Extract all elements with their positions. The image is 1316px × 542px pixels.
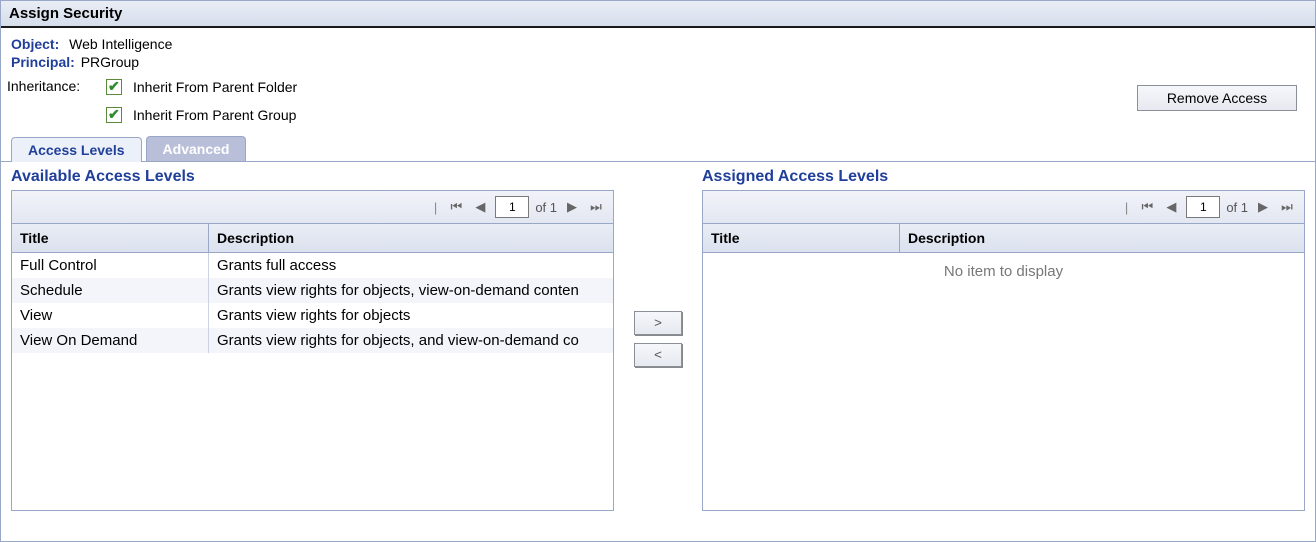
first-page-icon[interactable]: ⏮	[1138, 198, 1156, 216]
available-col-title[interactable]: Title	[12, 224, 209, 252]
row-desc: Grants view rights for objects	[209, 303, 613, 328]
available-title: Available Access Levels	[11, 168, 614, 186]
access-levels-panel: Available Access Levels | ⏮ ◀ of 1 ▶ ⏭ T…	[1, 161, 1315, 521]
inheritance-label: Inheritance:	[7, 76, 102, 94]
table-row[interactable]: ViewGrants view rights for objects	[12, 303, 613, 328]
last-page-icon[interactable]: ⏭	[587, 198, 605, 216]
page-input[interactable]	[495, 196, 529, 218]
pager-separator: |	[1125, 200, 1128, 215]
inherit-group-checkbox[interactable]	[106, 107, 122, 123]
assigned-col-desc[interactable]: Description	[900, 224, 1304, 252]
prev-page-icon[interactable]: ◀	[471, 198, 489, 216]
remove-button[interactable]: <	[634, 343, 682, 367]
inheritance-block: Inheritance: Inherit From Parent Folder …	[1, 74, 1315, 132]
available-grid-header: Title Description	[12, 224, 613, 253]
assigned-listbox: | ⏮ ◀ of 1 ▶ ⏭ Title Description No item…	[702, 190, 1305, 511]
first-page-icon[interactable]: ⏮	[447, 198, 465, 216]
assigned-empty-text: No item to display	[703, 253, 1304, 290]
remove-access-button[interactable]: Remove Access	[1137, 85, 1297, 111]
available-col-desc[interactable]: Description	[209, 224, 613, 252]
assigned-col-title[interactable]: Title	[703, 224, 900, 252]
tab-access-levels[interactable]: Access Levels	[11, 137, 142, 162]
assigned-column: Assigned Access Levels | ⏮ ◀ of 1 ▶ ⏭ Ti…	[702, 166, 1305, 511]
row-title: View On Demand	[12, 328, 209, 353]
next-page-icon[interactable]: ▶	[1254, 198, 1272, 216]
meta-block: Object: Web Intelligence Principal: PRGr…	[1, 28, 1315, 74]
inherit-folder-row[interactable]: Inherit From Parent Folder	[102, 76, 297, 98]
last-page-icon[interactable]: ⏭	[1278, 198, 1296, 216]
available-column: Available Access Levels | ⏮ ◀ of 1 ▶ ⏭ T…	[11, 166, 614, 511]
page-of-text: of 1	[1226, 200, 1248, 215]
tab-strip: Access Levels Advanced	[1, 136, 1315, 161]
next-page-icon[interactable]: ▶	[563, 198, 581, 216]
row-title: Full Control	[12, 253, 209, 278]
table-row[interactable]: View On DemandGrants view rights for obj…	[12, 328, 613, 353]
object-label: Object:	[11, 36, 59, 52]
shuttle-controls: > <	[626, 166, 690, 511]
tab-advanced[interactable]: Advanced	[146, 136, 247, 161]
row-desc: Grants full access	[209, 253, 613, 278]
pager-separator: |	[434, 200, 437, 215]
inherit-group-row[interactable]: Inherit From Parent Group	[102, 104, 297, 126]
principal-label: Principal:	[11, 54, 75, 70]
assigned-grid-header: Title Description	[703, 224, 1304, 253]
available-pager: | ⏮ ◀ of 1 ▶ ⏭	[12, 191, 613, 224]
page-of-text: of 1	[535, 200, 557, 215]
inherit-group-label: Inherit From Parent Group	[133, 107, 296, 123]
page-input[interactable]	[1186, 196, 1220, 218]
table-row[interactable]: ScheduleGrants view rights for objects, …	[12, 278, 613, 303]
row-desc: Grants view rights for objects, view-on-…	[209, 278, 613, 303]
inherit-folder-label: Inherit From Parent Folder	[133, 79, 297, 95]
prev-page-icon[interactable]: ◀	[1162, 198, 1180, 216]
available-listbox: | ⏮ ◀ of 1 ▶ ⏭ Title Description Full Co…	[11, 190, 614, 511]
row-desc: Grants view rights for objects, and view…	[209, 328, 613, 353]
assign-security-window: Assign Security Object: Web Intelligence…	[0, 0, 1316, 542]
row-title: Schedule	[12, 278, 209, 303]
add-button[interactable]: >	[634, 311, 682, 335]
object-value: Web Intelligence	[69, 36, 172, 52]
row-title: View	[12, 303, 209, 328]
window-title: Assign Security	[1, 1, 1315, 28]
assigned-grid-body: No item to display	[703, 253, 1304, 510]
available-grid-body: Full ControlGrants full accessScheduleGr…	[12, 253, 613, 510]
inherit-folder-checkbox[interactable]	[106, 79, 122, 95]
assigned-title: Assigned Access Levels	[702, 168, 1305, 186]
table-row[interactable]: Full ControlGrants full access	[12, 253, 613, 278]
assigned-pager: | ⏮ ◀ of 1 ▶ ⏭	[703, 191, 1304, 224]
principal-value: PRGroup	[81, 54, 139, 70]
